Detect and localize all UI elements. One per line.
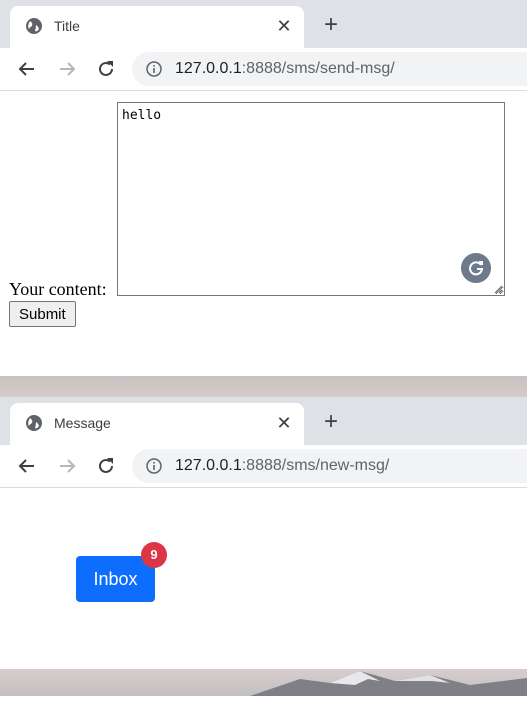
url-path: :8888/sms/new-msg/ xyxy=(241,457,390,474)
tab-label: Message xyxy=(54,415,111,431)
content-textarea[interactable]: hello xyxy=(117,102,505,296)
plus-icon[interactable]: + xyxy=(318,409,344,435)
browser-toolbar: 127.0.0.1:8888/sms/send-msg/ xyxy=(0,48,527,91)
reload-icon[interactable] xyxy=(94,57,118,81)
grammarly-g-glyph xyxy=(469,261,484,276)
back-arrow-icon[interactable] xyxy=(15,57,39,81)
address-bar[interactable]: 127.0.0.1:8888/sms/new-msg/ xyxy=(132,449,527,483)
address-bar[interactable]: 127.0.0.1:8888/sms/send-msg/ xyxy=(132,52,527,86)
tab-label: Title xyxy=(54,18,80,34)
globe-icon xyxy=(26,415,42,431)
tab-message[interactable]: Message ✕ xyxy=(10,403,304,445)
url-path: :8888/sms/send-msg/ xyxy=(241,60,395,77)
browser-toolbar: 127.0.0.1:8888/sms/new-msg/ xyxy=(0,445,527,488)
reload-icon[interactable] xyxy=(94,454,118,478)
globe-icon xyxy=(26,18,42,34)
forward-arrow-icon[interactable] xyxy=(55,454,79,478)
submit-button[interactable]: Submit xyxy=(9,301,76,327)
forward-arrow-icon[interactable] xyxy=(55,57,79,81)
content-label: Your content: xyxy=(9,279,107,299)
browser-window-send-msg: Title ✕ + 127.0.0.1:8888/sms/send-msg/ Y… xyxy=(0,0,527,376)
unread-count-badge: 9 xyxy=(141,542,167,568)
url-host: 127.0.0.1 xyxy=(175,60,242,77)
plus-icon[interactable]: + xyxy=(318,12,344,38)
mountain-wallpaper-image xyxy=(250,671,527,696)
url-host: 127.0.0.1 xyxy=(175,457,242,474)
grammarly-icon[interactable] xyxy=(461,253,491,283)
close-icon[interactable]: ✕ xyxy=(274,413,294,433)
page-content: Inbox 9 xyxy=(0,488,527,669)
desktop-wallpaper xyxy=(0,376,527,397)
info-icon[interactable] xyxy=(146,458,162,474)
info-icon[interactable] xyxy=(146,61,162,77)
back-arrow-icon[interactable] xyxy=(15,454,39,478)
resize-handle-icon[interactable] xyxy=(491,282,503,294)
close-icon[interactable]: ✕ xyxy=(274,16,294,36)
tab-title[interactable]: Title ✕ xyxy=(10,6,304,48)
url-text: 127.0.0.1:8888/sms/send-msg/ xyxy=(175,52,395,86)
desktop-wallpaper xyxy=(0,669,527,696)
tab-strip: Title ✕ + xyxy=(0,0,527,48)
url-text: 127.0.0.1:8888/sms/new-msg/ xyxy=(175,449,389,483)
page-content: Your content: hello Submit xyxy=(0,91,527,376)
tab-strip: Message ✕ + xyxy=(0,397,527,445)
browser-window-new-msg: Message ✕ + 127.0.0.1:8888/sms/new-msg/ … xyxy=(0,397,527,669)
